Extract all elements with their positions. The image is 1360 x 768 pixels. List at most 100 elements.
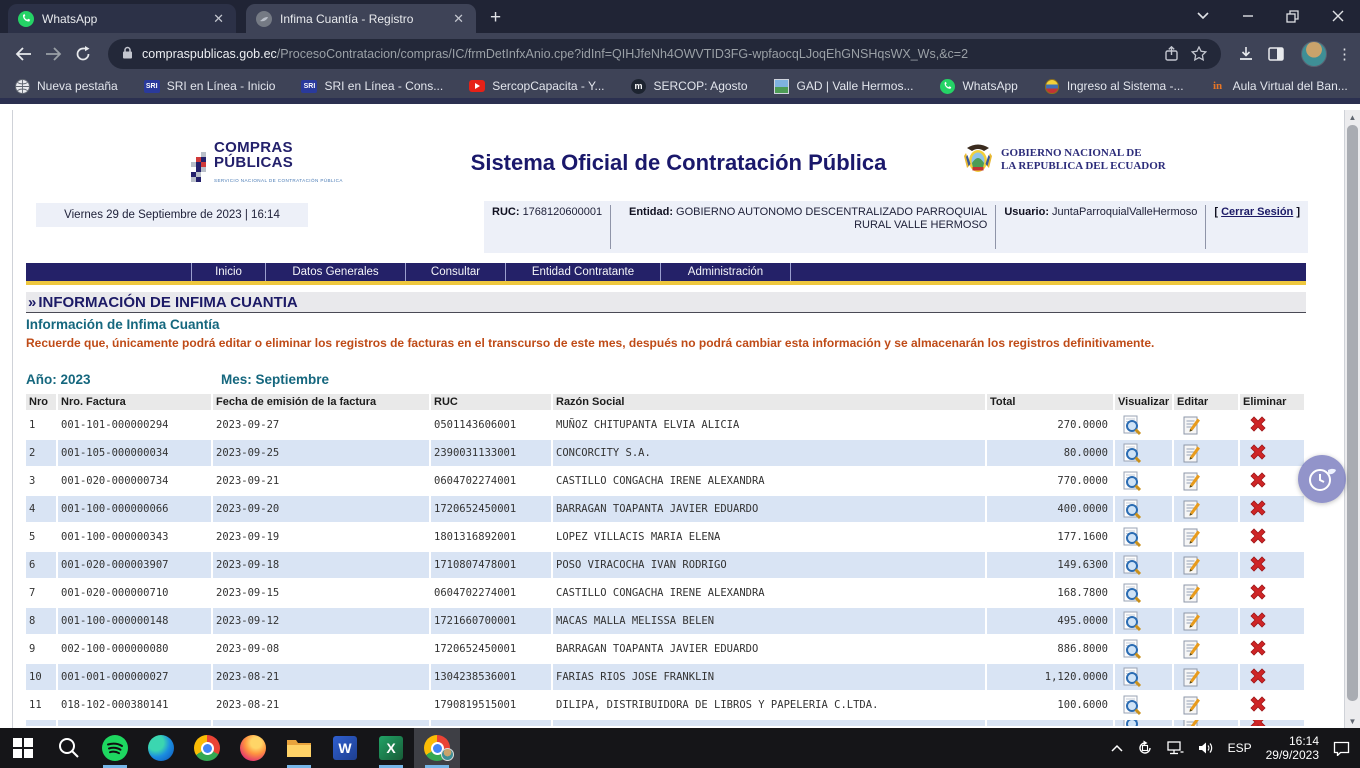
menu-kebab-icon[interactable]: ⋮: [1337, 45, 1352, 63]
tab-search-icon[interactable]: [1180, 0, 1225, 32]
cell-fecha: 2023-08-21: [213, 664, 429, 690]
scroll-down-icon[interactable]: ▼: [1345, 714, 1360, 728]
close-tab-icon[interactable]: ✕: [451, 11, 466, 27]
red-x-icon[interactable]: [1248, 471, 1268, 491]
document-magnifier-icon[interactable]: [1123, 667, 1142, 688]
document-magnifier-icon[interactable]: [1123, 583, 1142, 604]
document-pencil-icon[interactable]: [1182, 583, 1201, 604]
red-x-icon[interactable]: [1248, 611, 1268, 631]
document-pencil-icon[interactable]: [1182, 667, 1201, 688]
scrollbar-thumb[interactable]: [1347, 125, 1358, 701]
document-magnifier-icon[interactable]: [1123, 639, 1142, 660]
cell-fecha: 2023-09-25: [213, 440, 429, 466]
document-pencil-icon[interactable]: [1182, 555, 1201, 576]
nav-inicio[interactable]: Inicio: [191, 263, 265, 281]
restore-icon[interactable]: [1270, 0, 1315, 32]
document-magnifier-icon[interactable]: [1123, 499, 1142, 520]
taskbar-chrome-icon[interactable]: [184, 728, 230, 768]
red-x-icon[interactable]: [1248, 667, 1268, 687]
document-pencil-icon[interactable]: [1182, 471, 1201, 492]
reload-icon[interactable]: [68, 39, 98, 69]
bookmark-sercop-agosto[interactable]: m SERCOP: Agosto: [631, 78, 748, 94]
close-tab-icon[interactable]: ✕: [211, 11, 226, 27]
document-magnifier-icon[interactable]: [1123, 443, 1142, 464]
taskbar-chrome-active-icon[interactable]: [414, 728, 460, 768]
document-magnifier-icon[interactable]: [1123, 720, 1142, 726]
tray-notifications-icon[interactable]: [1333, 741, 1350, 756]
tab-infima-cuantia[interactable]: Infima Cuantía - Registro ✕: [246, 4, 476, 33]
cerrar-sesion-link[interactable]: Cerrar Sesión: [1221, 206, 1293, 218]
cell-visualizar: [1115, 636, 1172, 662]
new-tab-button[interactable]: +: [490, 8, 501, 27]
tray-sync-icon[interactable]: [1137, 740, 1153, 756]
document-magnifier-icon[interactable]: [1123, 611, 1142, 632]
tray-volume-icon[interactable]: [1198, 741, 1214, 755]
bookmark-gad-valle-hermoso[interactable]: GAD | Valle Hermos...: [774, 78, 914, 94]
document-magnifier-icon[interactable]: [1123, 415, 1142, 436]
red-x-icon[interactable]: [1248, 695, 1268, 715]
document-magnifier-icon[interactable]: [1123, 695, 1142, 716]
red-x-icon[interactable]: [1248, 720, 1268, 726]
bookmark-sri-inicio[interactable]: SRI SRI en Línea - Inicio: [144, 78, 276, 94]
forward-icon[interactable]: [38, 39, 68, 69]
nav-entidad-contratante[interactable]: Entidad Contratante: [505, 263, 660, 281]
red-x-icon[interactable]: [1248, 415, 1268, 435]
taskbar-word-icon[interactable]: W: [322, 728, 368, 768]
taskbar-spotify-icon[interactable]: [92, 728, 138, 768]
side-panel-icon[interactable]: [1261, 39, 1291, 69]
red-x-icon[interactable]: [1248, 527, 1268, 547]
browser-toolbar: compraspublicas.gob.ec/ProcesoContrataci…: [0, 33, 1360, 74]
red-x-icon[interactable]: [1248, 443, 1268, 463]
bookmark-whatsapp[interactable]: WhatsApp: [939, 78, 1017, 94]
taskbar-search-icon[interactable]: [46, 728, 92, 768]
document-pencil-icon[interactable]: [1182, 499, 1201, 520]
document-pencil-icon[interactable]: [1182, 720, 1201, 726]
red-x-icon[interactable]: [1248, 583, 1268, 603]
nav-administracion[interactable]: Administración: [660, 263, 790, 281]
profile-avatar[interactable]: [1301, 41, 1327, 67]
back-icon[interactable]: [8, 39, 38, 69]
tray-network-icon[interactable]: [1167, 741, 1184, 755]
close-window-icon[interactable]: [1315, 0, 1360, 32]
bookmark-star-icon[interactable]: [1191, 46, 1207, 61]
table-row: 5 001-100-000000343 2023-09-19 180131689…: [26, 524, 1306, 550]
bookmark-nueva-pestana[interactable]: Nueva pestaña: [14, 78, 118, 94]
document-pencil-icon[interactable]: [1182, 611, 1201, 632]
cell-nro: 5: [26, 524, 56, 550]
document-pencil-icon[interactable]: [1182, 443, 1201, 464]
bookmark-sercopcapacita[interactable]: SercopCapacita - Y...: [469, 78, 604, 94]
tray-clock[interactable]: 16:1429/9/2023: [1266, 734, 1319, 762]
start-button[interactable]: [0, 728, 46, 768]
page-scrollbar[interactable]: ▲ ▼: [1345, 110, 1360, 728]
tab-whatsapp[interactable]: WhatsApp ✕: [8, 4, 236, 33]
document-pencil-icon[interactable]: [1182, 527, 1201, 548]
red-x-icon[interactable]: [1248, 639, 1268, 659]
floating-timer-widget[interactable]: [1298, 455, 1346, 503]
tray-chevron-up-icon[interactable]: [1111, 744, 1123, 752]
document-pencil-icon[interactable]: [1182, 415, 1201, 436]
red-x-icon[interactable]: [1248, 499, 1268, 519]
taskbar-file-explorer-icon[interactable]: [276, 728, 322, 768]
document-magnifier-icon[interactable]: [1123, 555, 1142, 576]
nav-consultar[interactable]: Consultar: [405, 263, 505, 281]
scroll-up-icon[interactable]: ▲: [1345, 110, 1360, 124]
bookmark-label: SercopCapacita - Y...: [492, 79, 604, 93]
bookmark-sri-consultas[interactable]: SRI SRI en Línea - Cons...: [301, 78, 443, 94]
taskbar-edge-icon[interactable]: [138, 728, 184, 768]
url-bar[interactable]: compraspublicas.gob.ec/ProcesoContrataci…: [108, 39, 1221, 69]
bookmark-label: SRI en Línea - Inicio: [167, 79, 276, 93]
bookmark-aula-virtual[interactable]: in Aula Virtual del Ban...: [1210, 78, 1348, 94]
document-magnifier-icon[interactable]: [1123, 471, 1142, 492]
taskbar-excel-icon[interactable]: X: [368, 728, 414, 768]
document-pencil-icon[interactable]: [1182, 695, 1201, 716]
share-icon[interactable]: [1164, 46, 1179, 61]
red-x-icon[interactable]: [1248, 555, 1268, 575]
minimize-icon[interactable]: [1225, 0, 1270, 32]
document-pencil-icon[interactable]: [1182, 639, 1201, 660]
bookmark-ingreso-al-sistema[interactable]: Ingreso al Sistema -...: [1044, 78, 1184, 94]
download-icon[interactable]: [1231, 39, 1261, 69]
document-magnifier-icon[interactable]: [1123, 527, 1142, 548]
tray-language[interactable]: ESP: [1228, 741, 1252, 755]
taskbar-firefox-icon[interactable]: [230, 728, 276, 768]
nav-datos-generales[interactable]: Datos Generales: [265, 263, 405, 281]
